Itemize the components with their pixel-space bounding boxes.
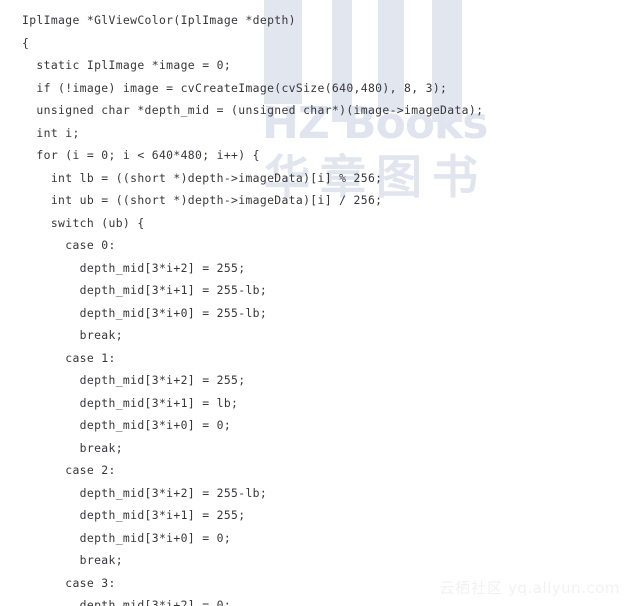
code-line: depth_mid[3*i+0] = 0; bbox=[22, 418, 232, 432]
code-line: depth_mid[3*i+2] = 255; bbox=[22, 260, 246, 275]
code-listing: IplImage *GlViewColor(IplImage *depth){ … bbox=[22, 9, 622, 606]
page-root: HZ Books 华章图书 IplImage *GlViewColor(IplI… bbox=[0, 0, 628, 606]
code-line: IplImage *GlViewColor(IplImage *depth) bbox=[22, 13, 296, 27]
code-line: int ub = ((short *)depth->imageData)[i] … bbox=[22, 193, 383, 207]
code-line: unsigned char *depth_mid = (unsigned cha… bbox=[22, 103, 484, 117]
code-line: break; bbox=[22, 328, 123, 342]
code-line: int lb = ((short *)depth->imageData)[i] … bbox=[22, 170, 383, 185]
code-line: case 1: bbox=[22, 350, 116, 365]
code-line: depth_mid[3*i+1] = lb; bbox=[22, 395, 239, 410]
code-line: for (i = 0; i < 640*480; i++) { bbox=[22, 148, 260, 162]
code-line: switch (ub) { bbox=[22, 215, 145, 230]
code-line: depth_mid[3*i+0] = 255-lb; bbox=[22, 305, 268, 320]
code-line: depth_mid[3*i+1] = 255-lb; bbox=[22, 283, 268, 297]
code-line: break; bbox=[22, 553, 123, 567]
code-line: int i; bbox=[22, 125, 80, 140]
code-line: depth_mid[3*i+2] = 0; bbox=[22, 598, 232, 606]
code-line: depth_mid[3*i+2] = 255; bbox=[22, 373, 246, 387]
code-line: case 3: bbox=[22, 575, 116, 590]
code-line: { bbox=[22, 35, 30, 50]
code-line: case 2: bbox=[22, 463, 116, 477]
code-line: if (!image) image = cvCreateImage(cvSize… bbox=[22, 80, 448, 95]
code-line: break; bbox=[22, 440, 123, 455]
code-line: case 0: bbox=[22, 238, 116, 252]
code-line: depth_mid[3*i+0] = 0; bbox=[22, 530, 232, 545]
code-line: static IplImage *image = 0; bbox=[22, 58, 232, 72]
code-line: depth_mid[3*i+1] = 255; bbox=[22, 508, 246, 522]
code-line: depth_mid[3*i+2] = 255-lb; bbox=[22, 485, 268, 500]
